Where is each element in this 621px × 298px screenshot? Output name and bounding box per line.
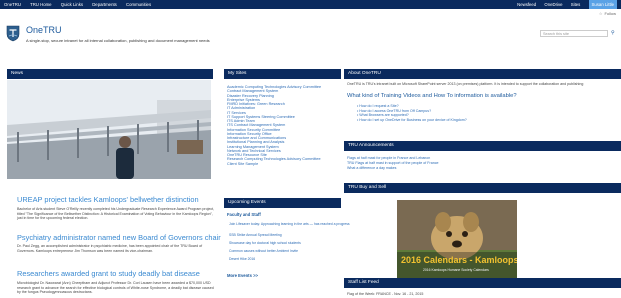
announcement-link[interactable]: What a difference a day makes	[347, 166, 617, 170]
news-summary-1: Bachelor of Arts student Steve O'Reilly …	[17, 207, 215, 221]
my-sites-list: Academic Computing Technologies Advisory…	[227, 85, 342, 166]
follow-button[interactable]: ☆ Follow	[599, 11, 616, 16]
site-tagline: A single-stop, secure intranet for all i…	[26, 38, 210, 43]
news-headline-1[interactable]: UREAP project tackles Kamloops' bellweth…	[17, 195, 199, 204]
about-intro: OneTRU is TRU's intranet built on Micros…	[347, 82, 584, 86]
events-heading: Upcoming Events	[224, 198, 341, 208]
announcements-heading: TRU Announcements	[344, 141, 621, 151]
buysell-heading: TRU Buy and Sell	[344, 183, 621, 193]
user-menu[interactable]: Susan Little	[588, 0, 617, 9]
nav-quick-links[interactable]: Quick Links	[61, 2, 83, 7]
nav-communities[interactable]: Communities	[126, 2, 151, 7]
top-nav-bar: OneTRU TRU Home Quick Links Departments …	[0, 0, 621, 9]
announcement-link[interactable]: TRU Flags at half mast in support of the…	[347, 161, 617, 165]
about-link-text: How do I access OneTRU from Off Campus?	[359, 108, 432, 113]
event-link[interactable]: Common causes without better Ambient Inv…	[229, 249, 298, 253]
news-summary-3: Microbiologist Dr. Naowarat (Ann) Cheept…	[17, 281, 214, 295]
events-subheading: Faculty and Staff	[227, 212, 261, 217]
event-link[interactable]: SSB Strike Annual Spread Meeting	[229, 233, 282, 237]
tru-logo[interactable]	[6, 25, 20, 42]
event-link[interactable]: Showcase day for doctoral high school st…	[229, 241, 301, 245]
about-link-text: How do I request a Site?	[359, 104, 399, 108]
star-icon: ☆	[598, 11, 603, 16]
news-summary-2: Dr. Paul Zegg, an accomplished administr…	[17, 244, 203, 253]
follow-label: Follow	[604, 11, 616, 16]
buysell-subcaption: 2016 Kamloops Humane Society Calendars	[423, 268, 489, 272]
about-link[interactable]: • How do I set up OneDrive for Business …	[357, 118, 467, 123]
site-link[interactable]: Client Site Sample	[227, 162, 342, 166]
about-question: What kind of Training Videos and How To …	[347, 93, 517, 99]
news-headline-2[interactable]: Psychiatry administrator named new Board…	[17, 233, 221, 242]
buysell-caption: 2016 Calendars - Kamloops...	[401, 255, 517, 265]
top-nav-right: Newsfeed OneDrive Sites Susan Little	[510, 0, 617, 9]
site-title[interactable]: OneTRU	[26, 25, 62, 35]
search-icon[interactable]: ⚲	[611, 30, 615, 36]
nav-tru-home[interactable]: TRU Home	[30, 2, 52, 7]
nav-newsfeed[interactable]: Newsfeed	[517, 2, 536, 7]
about-link-text: How do I set up OneDrive for Business on…	[359, 117, 467, 122]
news-image[interactable]	[7, 80, 211, 179]
about-link-text: What Browsers are supported?	[359, 113, 409, 118]
buysell-image[interactable]: 2016 Calendars - Kamloops... 2016 Kamloo…	[397, 200, 517, 278]
nav-onetru[interactable]: OneTRU	[4, 2, 21, 7]
search-input[interactable]: Search this site	[540, 30, 608, 37]
top-nav-left: OneTRU TRU Home Quick Links Departments …	[4, 0, 159, 9]
staff-feed-item[interactable]: Flag of the Week: FRANCE - Nov. 16 - 21,…	[347, 292, 423, 296]
event-link[interactable]: Desert Hike 2016	[229, 257, 255, 261]
staff-feed-heading: Staff List Feed	[344, 278, 621, 288]
nav-departments[interactable]: Departments	[92, 2, 117, 7]
more-events-link[interactable]: More Events >>	[227, 273, 258, 278]
nav-sites[interactable]: Sites	[571, 2, 581, 7]
about-heading: About OneTRU	[344, 69, 621, 79]
event-link[interactable]: Join Lifesaver today: Approaching learni…	[229, 222, 350, 226]
about-links: • How do I request a Site? • How do I ac…	[357, 104, 467, 122]
news-heading: News	[7, 69, 213, 79]
my-sites-heading: My Sites	[224, 69, 341, 79]
nav-onedrive[interactable]: OneDrive	[544, 2, 562, 7]
news-headline-3[interactable]: Researchers awarded grant to study deadl…	[17, 269, 200, 278]
announcement-link[interactable]: Flags at half mast for people in France …	[347, 156, 617, 160]
